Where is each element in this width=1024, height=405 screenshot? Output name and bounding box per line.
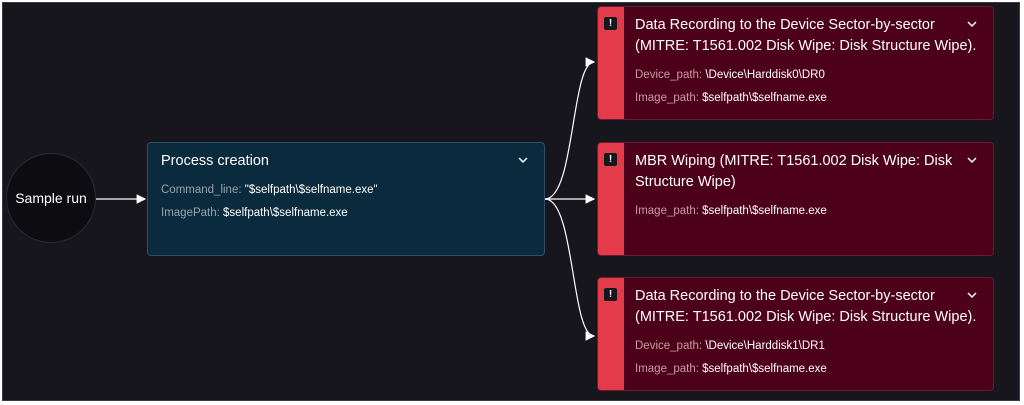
device-path-field: Device_path: \Device\Harddisk1\DR1 (635, 340, 825, 352)
alert-card-disk-wipe-dr0[interactable]: ! Data Recording to the Device Sector-by… (597, 6, 994, 120)
image-path-field: Image_path: $selfpath\$selfname.exe (635, 363, 827, 375)
sample-run-node[interactable]: Sample run (6, 153, 96, 243)
alert-severity-strip: ! (598, 7, 624, 119)
alert-title: Data Recording to the Device Sector-by-s… (635, 17, 977, 54)
exclamation-icon: ! (604, 153, 617, 166)
chevron-down-icon[interactable] (965, 288, 979, 302)
exclamation-icon: ! (604, 288, 617, 301)
sample-run-label: Sample run (15, 190, 87, 206)
alert-title: MBR Wiping (MITRE: T1561.002 Disk Wipe: … (635, 153, 953, 190)
command-line-field: Command_line: "$selfpath\$selfname.exe" (161, 184, 378, 196)
chevron-down-icon[interactable] (965, 153, 979, 167)
image-path-field: ImagePath: $selfpath\$selfname.exe (161, 207, 348, 219)
process-card-title: Process creation (161, 153, 269, 169)
chevron-down-icon[interactable] (965, 17, 979, 31)
image-path-field: Image_path: $selfpath\$selfname.exe (635, 92, 827, 104)
alert-card-disk-wipe-dr1[interactable]: ! Data Recording to the Device Sector-by… (597, 277, 994, 391)
connector-process-to-alert-1 (544, 57, 596, 200)
alert-severity-strip: ! (598, 143, 624, 255)
alert-severity-strip: ! (598, 278, 624, 390)
connector-process-to-alert-3 (544, 198, 596, 341)
image-path-field: Image_path: $selfpath\$selfname.exe (635, 205, 827, 217)
exclamation-icon: ! (604, 17, 617, 30)
process-graph-canvas: Sample run Process creation Command_line… (2, 2, 1020, 401)
alert-title: Data Recording to the Device Sector-by-s… (635, 288, 977, 325)
chevron-down-icon[interactable] (516, 153, 530, 167)
process-creation-card[interactable]: Process creation Command_line: "$selfpat… (147, 142, 545, 256)
alert-card-mbr-wiping[interactable]: ! MBR Wiping (MITRE: T1561.002 Disk Wipe… (597, 142, 994, 256)
device-path-field: Device_path: \Device\Harddisk0\DR0 (635, 69, 825, 81)
